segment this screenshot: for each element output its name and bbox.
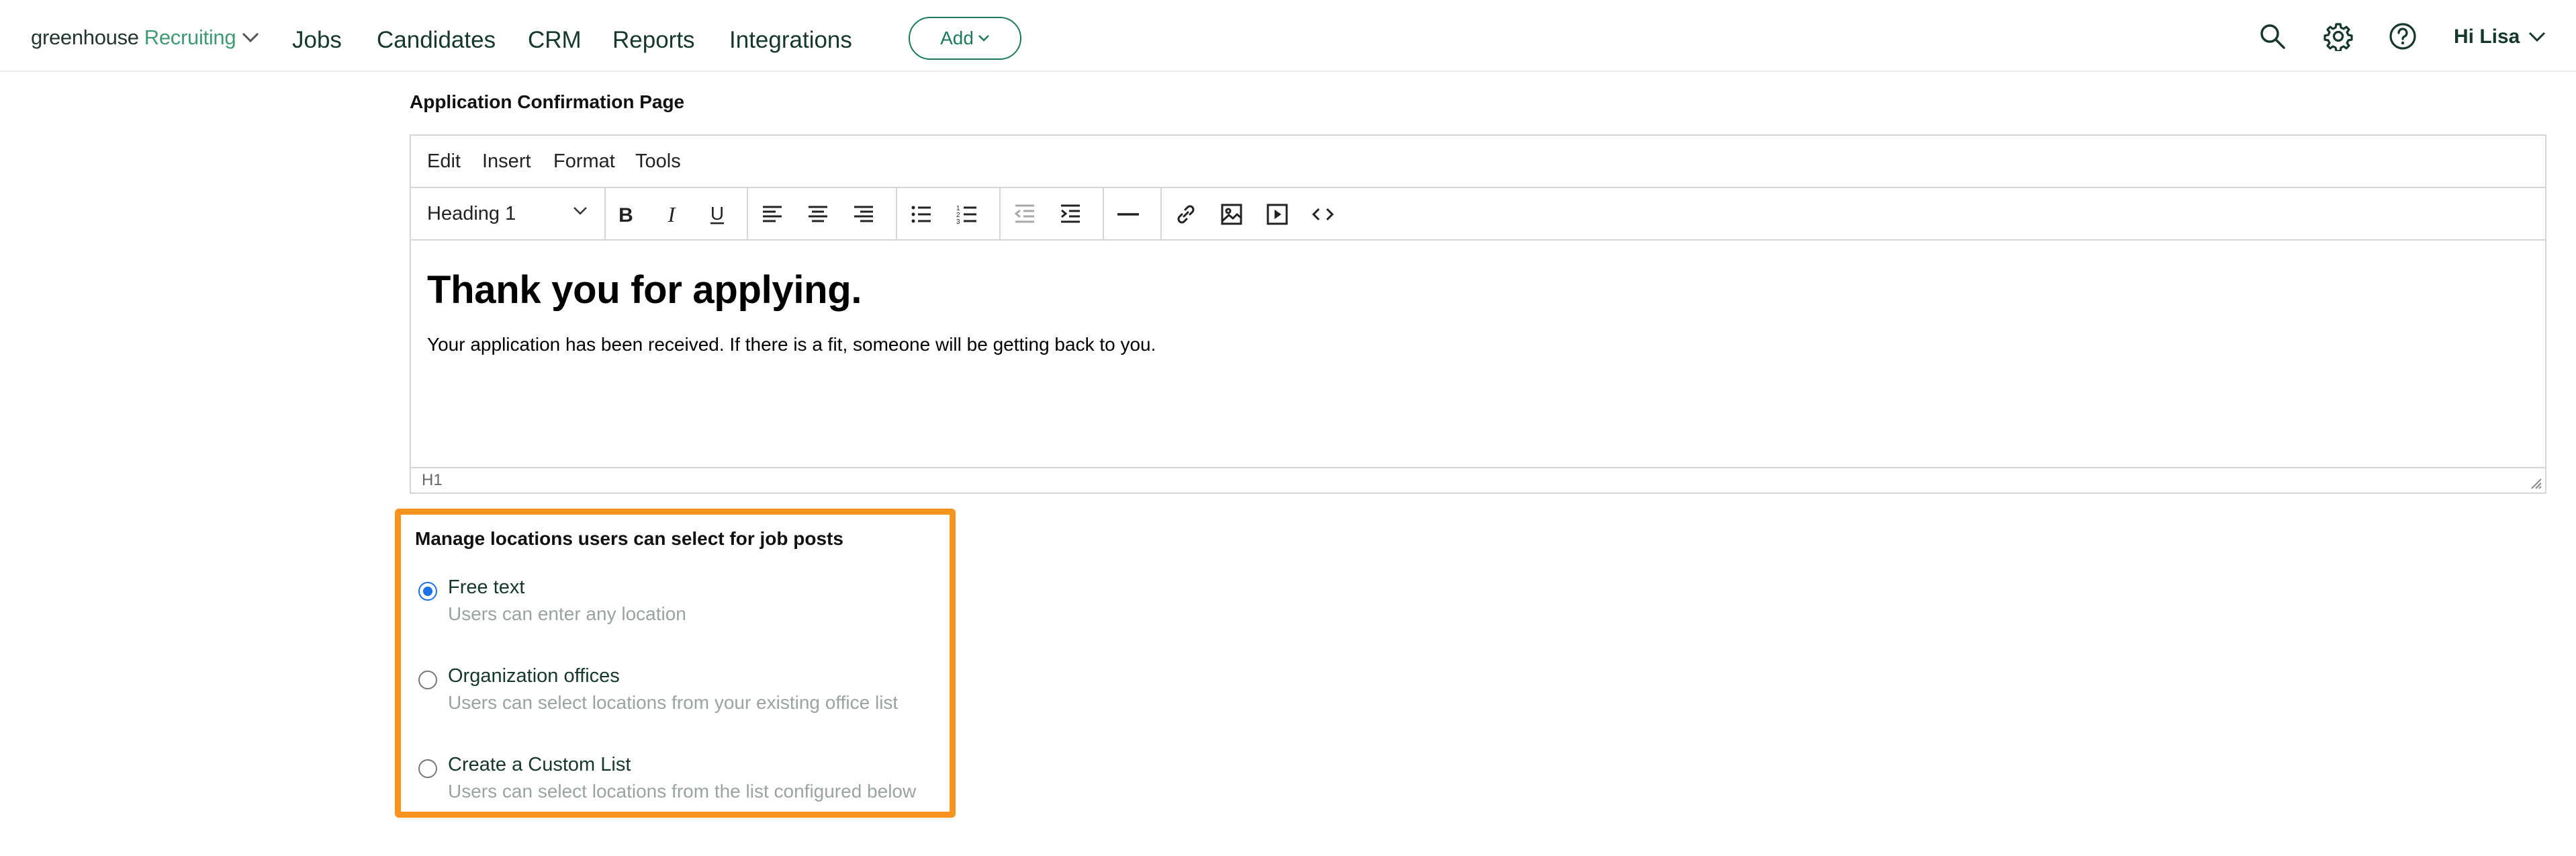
italic-icon[interactable]: I — [658, 201, 685, 228]
media-icon[interactable] — [1264, 201, 1291, 228]
chevron-down-icon — [978, 35, 989, 42]
indent-icon[interactable] — [1057, 201, 1084, 228]
block-format-select[interactable]: Heading 1 — [427, 203, 588, 225]
section-title: Application Confirmation Page — [410, 91, 685, 112]
editor-content[interactable]: Thank you for applying. Your application… — [427, 241, 2529, 355]
option-description: Users can select locations from your exi… — [448, 692, 899, 713]
underline-icon[interactable]: U — [704, 201, 731, 228]
nav-jobs[interactable]: Jobs — [292, 27, 342, 54]
svg-text:B: B — [618, 204, 633, 226]
element-path: H1 — [422, 471, 443, 489]
outdent-icon[interactable] — [1011, 201, 1038, 228]
brand-logo: greenhouse — [31, 26, 139, 49]
editor-menubar: Edit Insert Format Tools — [411, 136, 2545, 188]
code-icon[interactable] — [1309, 201, 1336, 228]
svg-text:3: 3 — [956, 218, 960, 226]
radio-custom-list[interactable] — [418, 759, 437, 778]
radio-organization-offices[interactable] — [418, 671, 437, 689]
gear-icon[interactable] — [2324, 22, 2353, 51]
nav-crm[interactable]: CRM — [528, 27, 582, 54]
menu-tools[interactable]: Tools — [635, 151, 681, 173]
radio-free-text[interactable] — [418, 582, 437, 601]
link-icon[interactable] — [1172, 201, 1199, 228]
chevron-down-icon — [573, 207, 587, 215]
option-label: Organization offices — [448, 665, 620, 687]
editor-statusbar: H1 — [411, 467, 2545, 493]
editor-toolbar: Heading 1 B I U 123 — [411, 188, 2545, 241]
block-format-value: Heading 1 — [427, 203, 516, 224]
option-label: Create a Custom List — [448, 754, 631, 775]
option-description: Users can enter any location — [448, 603, 686, 624]
nav-integrations[interactable]: Integrations — [729, 27, 852, 54]
confirmation-body: Your application has been received. If t… — [427, 334, 1156, 355]
user-greeting: Hi Lisa — [2454, 26, 2520, 48]
bold-icon[interactable]: B — [612, 201, 639, 228]
svg-text:U: U — [710, 203, 724, 224]
align-right-icon[interactable] — [850, 201, 877, 228]
menu-format[interactable]: Format — [553, 151, 615, 173]
brand-product: Recruiting — [144, 26, 236, 49]
locations-title: Manage locations users can select for jo… — [415, 528, 843, 549]
numbered-list-icon[interactable]: 123 — [954, 201, 980, 228]
brand-menu[interactable]: greenhouse Recruiting — [31, 26, 260, 50]
option-label: Free text — [448, 576, 525, 598]
nav-candidates[interactable]: Candidates — [377, 27, 496, 54]
svg-text:I: I — [668, 203, 676, 226]
bullet-list-icon[interactable] — [908, 201, 935, 228]
confirmation-heading: Thank you for applying. — [427, 268, 862, 312]
top-navigation: greenhouse Recruiting Jobs Candidates CR… — [0, 0, 2576, 72]
add-button[interactable]: Add — [909, 17, 1021, 60]
user-menu[interactable]: Hi Lisa — [2454, 26, 2546, 48]
resize-handle-icon[interactable] — [2529, 476, 2542, 490]
nav-reports[interactable]: Reports — [612, 27, 695, 54]
locations-settings-panel: Manage locations users can select for jo… — [395, 509, 956, 818]
add-button-label: Add — [940, 28, 974, 48]
option-description: Users can select locations from the list… — [448, 781, 917, 802]
image-icon[interactable] — [1218, 201, 1245, 228]
chevron-down-icon — [242, 32, 259, 43]
chevron-down-icon — [2529, 32, 2546, 42]
rich-text-editor: Edit Insert Format Tools Heading 1 B I U — [410, 134, 2546, 494]
menu-edit[interactable]: Edit — [427, 151, 461, 173]
align-left-icon[interactable] — [759, 201, 786, 228]
menu-insert[interactable]: Insert — [482, 151, 531, 173]
horizontal-rule-icon[interactable] — [1115, 201, 1142, 228]
align-center-icon[interactable] — [804, 201, 831, 228]
help-icon[interactable] — [2388, 22, 2418, 51]
search-icon[interactable] — [2258, 22, 2287, 51]
